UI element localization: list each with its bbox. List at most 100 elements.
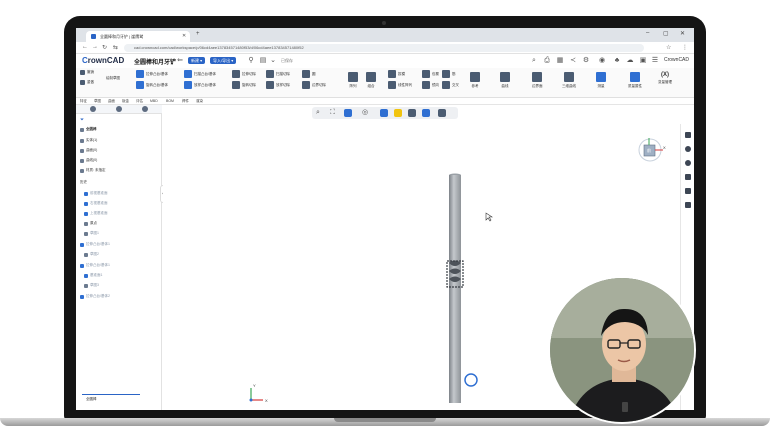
menu-sheetmetal[interactable]: 钣金: [122, 99, 129, 104]
curves-button[interactable]: 曲线: [500, 72, 510, 89]
sketch-button[interactable]: 绘制草图: [106, 76, 120, 81]
cloud-icon[interactable]: ☁: [626, 57, 634, 65]
tree-item[interactable]: 草图1: [84, 231, 99, 236]
wrench-icon[interactable]: [685, 174, 691, 180]
tree-item[interactable]: 拉伸凸台/基体1: [80, 242, 110, 247]
new-tab-button[interactable]: +: [196, 31, 200, 37]
view-cube[interactable]: X 前: [637, 135, 667, 165]
user-name[interactable]: CrownCAD: [664, 57, 689, 63]
menu-surface[interactable]: 曲面: [108, 99, 115, 104]
tree-item[interactable]: 拉伸凸台/基体1: [80, 263, 110, 268]
globe-icon[interactable]: [685, 160, 691, 166]
minimize-button[interactable]: –: [646, 30, 649, 36]
linear-pattern-button[interactable]: 线性阵列: [388, 81, 412, 89]
tree-root[interactable]: 全圆棒: [80, 127, 97, 132]
tree-item[interactable]: 原点: [84, 221, 97, 226]
reference-button[interactable]: 组合: [366, 72, 376, 89]
expand-icon[interactable]: [685, 188, 691, 194]
boundary-cut-button[interactable]: 边界切除: [302, 81, 326, 89]
config-tab-icon[interactable]: [142, 106, 148, 112]
menu-sketch[interactable]: 草图: [94, 99, 101, 104]
history-icon[interactable]: ⌄: [269, 57, 277, 65]
search-icon[interactable]: ⌕: [530, 57, 538, 65]
boundary-surface-button[interactable]: 边界面: [532, 72, 543, 89]
forward-icon[interactable]: →: [92, 44, 98, 50]
revolve-cut-button[interactable]: 旋转切除: [232, 81, 256, 89]
pin-icon[interactable]: ⚲: [247, 57, 255, 65]
fillet-button[interactable]: 圆: [302, 70, 316, 78]
close-icon[interactable]: ✕: [182, 31, 186, 42]
folder-icon[interactable]: [685, 132, 691, 138]
mirror-button[interactable]: 镜向: [422, 81, 439, 89]
bottom-doc-tab[interactable]: 全圆棒: [82, 394, 140, 403]
tools-icon[interactable]: ♣: [613, 57, 621, 65]
rotate-cursor-icon: [464, 373, 478, 387]
site-info-icon[interactable]: ⇆: [113, 44, 118, 51]
undo-button[interactable]: 撤销: [80, 70, 94, 75]
database-icon[interactable]: [685, 202, 691, 208]
tree-item[interactable]: 上视基准面: [84, 211, 108, 216]
cylinder-rod[interactable]: [449, 175, 461, 403]
reload-icon[interactable]: ↻: [102, 44, 107, 51]
menu-evaluate[interactable]: 评估: [136, 99, 143, 104]
settings-icon[interactable]: ⚙: [582, 57, 590, 65]
tree-item[interactable]: 曲面(0): [80, 148, 97, 153]
tree-item[interactable]: 草图2: [84, 252, 99, 257]
close-window-button[interactable]: ✕: [680, 30, 685, 37]
tree-item[interactable]: 草图3: [84, 283, 99, 288]
new-button[interactable]: 新建 ▾: [188, 57, 206, 64]
bookmark-star-icon[interactable]: ☆: [666, 44, 671, 51]
intersect-button[interactable]: 交叉: [442, 81, 459, 89]
apps-icon[interactable]: ▣: [639, 57, 647, 65]
mirror-icon: [422, 81, 430, 89]
mass-properties-button[interactable]: 质量属性: [628, 72, 642, 89]
redo-button[interactable]: 重做: [80, 80, 94, 85]
tree-item[interactable]: 曲线(0): [80, 158, 97, 163]
layout-icon[interactable]: ▦: [556, 57, 564, 65]
share-icon[interactable]: ≺: [569, 57, 577, 65]
sweep-boss-button[interactable]: 扫描凸台/基体: [184, 70, 216, 78]
browser-tab[interactable]: 全圆棒和月牙铲 | 崖鹰鹫 ✕: [86, 31, 190, 42]
tree-item[interactable]: 前视基准面: [84, 191, 108, 196]
loft-cut-button[interactable]: 放样切除: [266, 81, 290, 89]
pattern-button[interactable]: 阵列: [348, 72, 358, 89]
tree-item[interactable]: 右视基准面: [84, 201, 108, 206]
menu-bom[interactable]: BOM: [166, 99, 174, 103]
home-icon[interactable]: ⇐: [176, 57, 184, 65]
maximize-button[interactable]: ▢: [663, 30, 669, 37]
variables-button[interactable]: (X) 变量管理: [658, 72, 672, 85]
filter-icon[interactable]: ⏷: [80, 117, 84, 123]
tree-item[interactable]: 实体(1): [80, 138, 97, 143]
extrude-cut-button[interactable]: 拉伸切除: [232, 70, 256, 78]
back-icon[interactable]: ←: [82, 44, 88, 50]
loft-boss-button[interactable]: 放样凸台/基体: [184, 81, 216, 89]
browser-menu-icon[interactable]: ⋮: [682, 44, 688, 51]
measure-button[interactable]: 测量: [596, 72, 606, 89]
tree-tab-icon[interactable]: [90, 106, 96, 112]
appearance-icon[interactable]: ◉: [598, 57, 606, 65]
tree-item[interactable]: 拉伸凸台/基体2: [80, 294, 110, 299]
tree-item[interactable]: 基准面1: [84, 273, 102, 278]
tree-item[interactable]: 材质: 未指定: [80, 168, 105, 173]
menu-render[interactable]: 渲染: [196, 99, 203, 104]
print-icon[interactable]: ⎙: [543, 57, 551, 65]
import-export-button[interactable]: 导入/导出 ▾: [210, 57, 237, 64]
axis-triad: [249, 388, 263, 402]
url-field[interactable]: cad.crowncad.com/cad/workspace/p/06cd4ae…: [124, 44, 644, 52]
history-header[interactable]: 历史: [80, 180, 87, 185]
wrap-button[interactable]: 包覆: [422, 70, 439, 78]
menu-weldment[interactable]: 焊件: [182, 99, 189, 104]
rib-button[interactable]: 拔模: [388, 70, 405, 78]
revolve-boss-button[interactable]: 旋转凸台/基体: [136, 81, 168, 89]
menu-mbd[interactable]: MBD: [150, 99, 158, 103]
sweep-cut-button[interactable]: 扫描切除: [266, 70, 290, 78]
info-icon[interactable]: [685, 146, 691, 152]
save-icon[interactable]: ▤: [259, 57, 267, 65]
extrude-boss-button[interactable]: 拉伸凸台/基体: [136, 70, 168, 78]
reference-geometry-button[interactable]: 参考: [470, 72, 480, 89]
rib2-button[interactable]: 筋: [442, 70, 456, 78]
help-icon[interactable]: ☰: [651, 57, 659, 65]
menu-feature[interactable]: 特征: [80, 99, 87, 104]
property-tab-icon[interactable]: [116, 106, 122, 112]
3d-curve-button[interactable]: 三维曲线: [562, 72, 576, 89]
